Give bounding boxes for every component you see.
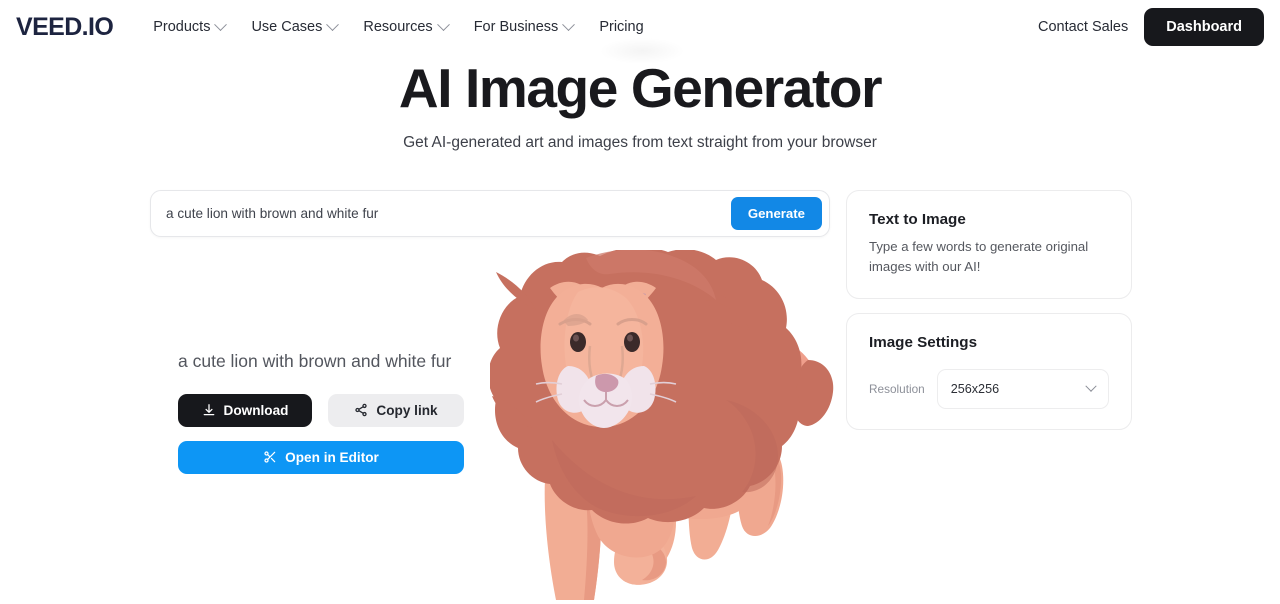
dashboard-button[interactable]: Dashboard: [1144, 8, 1264, 46]
nav-actions: Contact Sales Dashboard: [1038, 8, 1264, 46]
image-settings-card: Image Settings Resolution 256x256: [846, 312, 1132, 430]
generated-image[interactable]: [490, 249, 835, 600]
text-to-image-card: Text to Image Type a few words to genera…: [846, 189, 1132, 299]
share-icon: [355, 403, 368, 417]
chevron-down-icon: [436, 17, 450, 31]
chevron-down-icon: [1085, 380, 1097, 392]
nav-item-label: Use Cases: [251, 19, 323, 35]
result-area: a cute lion with brown and white fur Dow…: [150, 249, 835, 600]
chevron-down-icon: [562, 17, 576, 31]
nav-item-label: Resources: [363, 19, 433, 35]
result-info: a cute lion with brown and white fur Dow…: [178, 351, 478, 474]
resolution-select[interactable]: 256x256: [936, 368, 1109, 409]
veed-logo[interactable]: VEED.IO: [16, 13, 114, 42]
copy-link-button[interactable]: Copy link: [328, 393, 464, 427]
nav-item-label: Products: [153, 19, 211, 35]
download-button-label: Download: [223, 402, 289, 418]
nav-item-use-cases[interactable]: Use Cases: [251, 17, 340, 35]
prompt-bar: Generate: [150, 189, 830, 237]
primary-nav-links: Products Use Cases Resources For Busines…: [153, 17, 644, 35]
scissors-icon: [264, 451, 276, 463]
nav-item-resources[interactable]: Resources: [363, 17, 450, 35]
nav-item-products[interactable]: Products: [153, 17, 228, 35]
prompt-input[interactable]: [166, 205, 731, 221]
result-button-row: Download Copy link: [178, 393, 478, 427]
download-icon: [203, 404, 214, 416]
chevron-down-icon: [326, 17, 340, 31]
hero-section: AI Image Generator Get AI-generated art …: [0, 54, 1280, 152]
open-in-editor-button[interactable]: Open in Editor: [178, 440, 464, 474]
text-to-image-description: Type a few words to generate original im…: [869, 238, 1089, 275]
resolution-setting-row: Resolution 256x256: [869, 368, 1109, 409]
generate-button[interactable]: Generate: [730, 196, 822, 230]
nav-item-for-business[interactable]: For Business: [473, 17, 576, 35]
download-button[interactable]: Download: [178, 393, 312, 427]
chevron-down-icon: [214, 17, 228, 31]
open-in-editor-label: Open in Editor: [285, 449, 379, 465]
nav-item-pricing[interactable]: Pricing: [599, 19, 643, 35]
lion-illustration: [490, 249, 835, 600]
nav-item-label: Pricing: [599, 19, 644, 35]
contact-sales-link[interactable]: Contact Sales: [1038, 19, 1128, 35]
resolution-label: Resolution: [869, 381, 925, 396]
page-subtitle: Get AI-generated art and images from tex…: [403, 133, 877, 151]
top-navigation-bar: VEED.IO Products Use Cases Resources For…: [0, 0, 1280, 64]
text-to-image-title: Text to Image: [869, 210, 966, 228]
result-caption: a cute lion with brown and white fur: [178, 350, 452, 371]
copy-link-button-label: Copy link: [376, 402, 438, 418]
generator-column: Generate: [150, 189, 835, 600]
resolution-value: 256x256: [950, 381, 1000, 396]
main-content: Generate: [0, 189, 1280, 600]
page-title: AI Image Generator: [398, 57, 883, 119]
image-settings-title: Image Settings: [869, 333, 978, 351]
nav-item-label: For Business: [473, 19, 559, 35]
side-panel: Text to Image Type a few words to genera…: [846, 189, 1132, 430]
